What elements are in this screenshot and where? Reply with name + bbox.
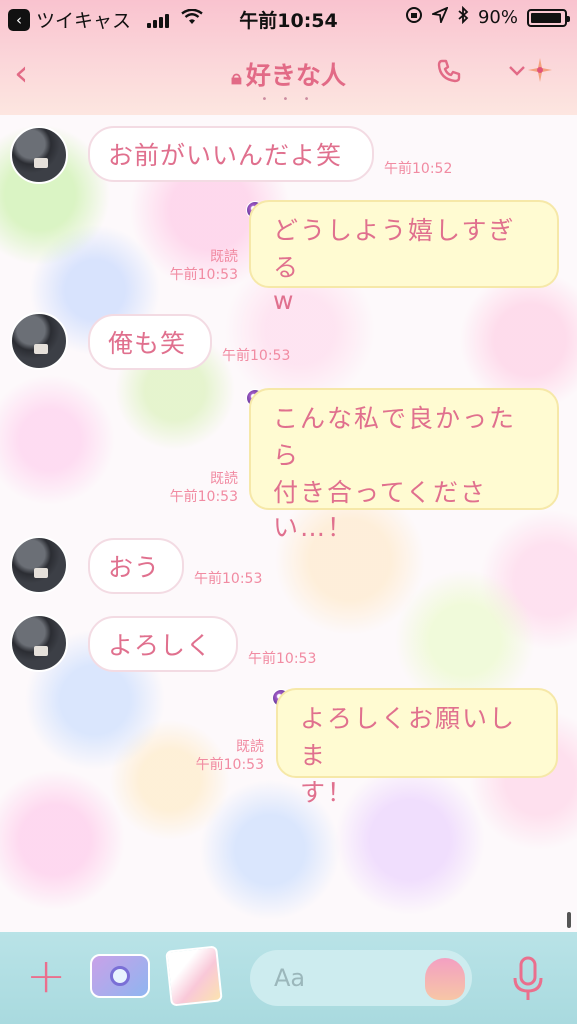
read-receipt: 既読 — [210, 471, 238, 487]
message-line: こんな私で良かったら — [273, 404, 517, 470]
message-text: お前がいいんだよ笑 — [108, 141, 343, 170]
message-time: 午前10:52 — [384, 161, 453, 177]
phone-icon[interactable] — [436, 58, 462, 91]
message-time: 午前10:53 — [195, 757, 264, 773]
sticker-icon[interactable] — [425, 958, 465, 1000]
scrollbar[interactable] — [567, 912, 571, 928]
read-receipt: 既読 — [236, 739, 264, 755]
plus-icon[interactable]: + — [26, 952, 66, 1000]
outgoing-message-bubble[interactable]: よろしくお願いしま す！ — [276, 688, 558, 807]
message-line: どうしよう嬉しすぎる — [273, 216, 516, 282]
camera-icon[interactable] — [90, 954, 150, 998]
nav-bar: ‹ 🔒︎ 好きな人 • • • — [0, 40, 577, 115]
incoming-message-bubble[interactable]: よろしく — [88, 616, 238, 672]
message-read-time: 既読 午前10:53 — [186, 738, 264, 774]
lock-icon: 🔒︎ — [231, 65, 242, 89]
message-line: よろしくお願いしま — [300, 704, 517, 770]
message-time: 午前10:53 — [222, 348, 291, 364]
outgoing-message-bubble[interactable]: どうしよう嬉しすぎる w — [249, 200, 559, 315]
chat-title[interactable]: 🔒︎ 好きな人 — [0, 56, 577, 92]
screen-rotation-lock-icon — [405, 6, 423, 29]
avatar[interactable] — [10, 536, 68, 594]
photo-icon[interactable] — [165, 945, 223, 1007]
location-icon — [429, 6, 449, 28]
message-time: 午前10:53 — [248, 651, 317, 667]
message-time: 午前10:53 — [169, 489, 238, 505]
message-text: 俺も笑 — [108, 329, 187, 358]
avatar[interactable] — [10, 126, 68, 184]
message-line: い…！ — [273, 513, 355, 542]
incoming-message-bubble[interactable]: お前がいいんだよ笑 — [88, 126, 374, 182]
message-text: おう — [108, 553, 161, 582]
message-time: 午前10:53 — [194, 571, 263, 587]
message-read-time: 既読 午前10:53 — [160, 248, 238, 284]
header: ‹ ツイキャス 午前10:54 90% ‹ 🔒︎ 好きな人 • • • — [0, 0, 577, 115]
battery-icon — [527, 8, 570, 27]
message-read-time: 既読 午前10:53 — [160, 470, 238, 506]
message-line: す！ — [300, 778, 355, 807]
bluetooth-icon — [457, 5, 469, 29]
page-indicator: • • • — [261, 94, 316, 105]
incoming-message-bubble[interactable]: 俺も笑 — [88, 314, 212, 370]
incoming-message-bubble[interactable]: おう — [88, 538, 184, 594]
sparkle-decoration-icon — [528, 58, 552, 82]
message-input-placeholder: Aa — [274, 964, 306, 992]
chevron-down-icon[interactable] — [508, 58, 526, 83]
battery-percent: 90% — [477, 7, 518, 28]
status-bar: ‹ ツイキャス 午前10:54 90% — [0, 0, 577, 38]
message-time: 午前10:53 — [169, 267, 238, 283]
avatar[interactable] — [10, 312, 68, 370]
avatar[interactable] — [10, 614, 68, 672]
read-receipt: 既読 — [210, 249, 238, 265]
chat-title-text: 好きな人 — [245, 61, 346, 90]
message-line: 付き合ってくださ — [273, 478, 488, 507]
message-text: よろしく — [108, 631, 213, 660]
microphone-icon[interactable] — [508, 954, 548, 1004]
message-toolbar: + Aa — [0, 932, 577, 1024]
outgoing-message-bubble[interactable]: こんな私で良かったら 付き合ってくださ い…！ — [249, 388, 559, 542]
message-line: w — [273, 286, 296, 315]
